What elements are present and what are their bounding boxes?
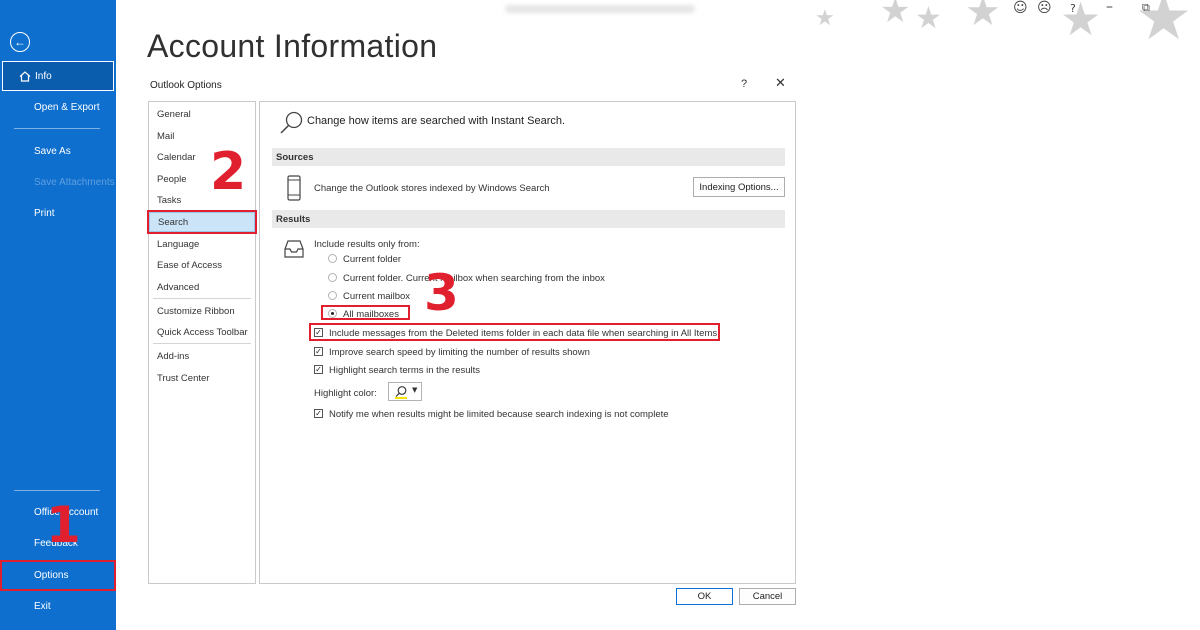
include-results-label: Include results only from: — [314, 239, 420, 250]
checkbox-label-improve-speed: Improve search speed by limiting the num… — [329, 347, 590, 358]
sidebar-item-options[interactable]: Options — [0, 560, 116, 591]
cancel-button[interactable]: Cancel — [739, 588, 796, 605]
sources-description: Change the Outlook stores indexed by Win… — [314, 183, 550, 194]
minimize-icon[interactable]: – — [1106, 0, 1113, 15]
search-header-text: Change how items are searched with Insta… — [307, 115, 566, 127]
sidebar-item-label: Print — [34, 207, 55, 219]
category-customize-ribbon[interactable]: Customize Ribbon — [149, 301, 255, 321]
inbox-tray-icon — [284, 240, 304, 258]
sidebar-item-open-export[interactable]: Open & Export — [0, 92, 116, 122]
checkbox-highlight-terms[interactable]: ✓ — [314, 365, 323, 374]
step-number-2: 2 — [210, 142, 247, 202]
highlight-color-label: Highlight color: — [314, 388, 377, 399]
annotation-box-all-mailboxes — [321, 305, 410, 320]
checkbox-notify-limited[interactable]: ✓ — [314, 409, 323, 418]
sidebar-item-info[interactable]: Info — [2, 61, 114, 91]
sidebar-item-save-attachments: Save Attachments — [0, 167, 116, 197]
step-number-3: 3 — [424, 264, 459, 322]
category-divider — [153, 298, 251, 299]
back-arrow-icon[interactable]: ← — [10, 32, 30, 52]
frown-feedback-icon[interactable]: ☹ — [1037, 0, 1052, 16]
radio-current-mailbox[interactable] — [328, 291, 337, 300]
dialog-title: Outlook Options — [150, 80, 222, 91]
ok-button[interactable]: OK — [676, 588, 733, 605]
category-add-ins[interactable]: Add-ins — [149, 346, 255, 366]
checkbox-improve-speed[interactable]: ✓ — [314, 347, 323, 356]
category-search[interactable]: Search — [147, 210, 257, 234]
sidebar-item-label: Options — [34, 570, 69, 581]
dialog-close-icon[interactable]: ✕ — [775, 76, 786, 91]
sidebar-item-exit[interactable]: Exit — [0, 591, 116, 621]
category-quick-access-toolbar[interactable]: Quick Access Toolbar — [149, 322, 255, 342]
sidebar-item-label: Save Attachments — [34, 176, 115, 188]
smiley-feedback-icon[interactable]: ☺ — [1013, 0, 1028, 16]
sidebar-item-print[interactable]: Print — [0, 198, 116, 228]
annotation-box-include-deleted — [309, 323, 720, 341]
page-title: Account Information — [147, 28, 438, 64]
sidebar-item-save-as[interactable]: Save As — [0, 136, 116, 166]
help-icon[interactable]: ? — [1070, 2, 1076, 15]
star-decoration-icon: ★ — [815, 6, 835, 31]
category-trust-center[interactable]: Trust Center — [149, 368, 255, 388]
highlight-color-icon — [395, 386, 407, 399]
radio-current-folder-inbox[interactable] — [328, 273, 337, 282]
phone-store-icon — [287, 175, 301, 201]
dialog-help-icon[interactable]: ? — [741, 78, 747, 90]
category-general[interactable]: General — [149, 104, 255, 124]
step-number-1: 1 — [46, 496, 81, 554]
sources-section-header: Sources — [272, 148, 785, 166]
indexing-options-button[interactable]: Indexing Options... — [693, 177, 785, 197]
category-advanced[interactable]: Advanced — [149, 277, 255, 297]
star-decoration-icon: ★ — [965, 0, 1001, 35]
star-decoration-icon: ★ — [915, 1, 942, 36]
radio-label-current-folder: Current folder — [343, 254, 402, 265]
star-decoration-icon: ★ — [880, 0, 911, 31]
restore-icon[interactable]: ⧉ — [1142, 1, 1150, 15]
results-section-header: Results — [272, 210, 785, 228]
sidebar-item-label: Exit — [34, 600, 51, 612]
star-decoration-icon: ★ — [1060, 0, 1102, 46]
blurred-window-title — [505, 5, 695, 13]
search-settings-panel: Change how items are searched with Insta… — [259, 101, 796, 584]
category-ease-of-access[interactable]: Ease of Access — [149, 255, 255, 275]
sidebar-divider — [14, 128, 100, 129]
search-magnifier-icon — [280, 111, 303, 134]
home-icon — [19, 71, 31, 82]
category-divider — [153, 343, 251, 344]
radio-label-current-mailbox: Current mailbox — [343, 291, 411, 302]
radio-label-current-folder-inbox: Current folder. Current mailbox when sea… — [343, 273, 605, 284]
checkbox-label-notify-limited: Notify me when results might be limited … — [329, 409, 669, 420]
category-language[interactable]: Language — [149, 234, 255, 254]
radio-current-folder[interactable] — [328, 254, 337, 263]
screenshot-root: ← Info Open & Export Save As Save Attach… — [0, 0, 1200, 630]
chevron-down-icon: ▼ — [412, 386, 418, 394]
sidebar-item-label: Open & Export — [34, 101, 100, 113]
checkbox-label-highlight-terms: Highlight search terms in the results — [329, 365, 481, 376]
sidebar-item-label: Save As — [34, 145, 71, 157]
sidebar-divider — [14, 490, 100, 491]
highlight-color-dropdown[interactable]: ▼ — [388, 382, 422, 401]
